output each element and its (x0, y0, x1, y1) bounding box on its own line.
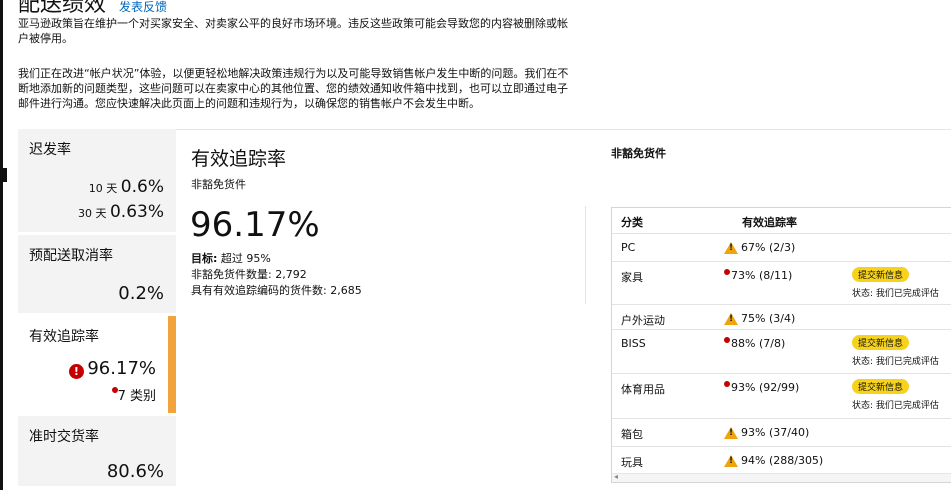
warning-icon (724, 455, 738, 467)
row-category: 体育用品 (621, 383, 665, 396)
stat-shipments: 非豁免货件数量: 2,792 (191, 266, 307, 282)
row-rate-text: 93% (37/40) (741, 426, 810, 439)
warning-icon (724, 242, 738, 254)
stat-target: 目标: 超过 95% (191, 250, 271, 266)
header-category: 分类 (621, 216, 643, 229)
row-rate-text: 73% (8/11) (731, 269, 793, 282)
row-rate: 67% (2/3) (724, 241, 795, 254)
metric-sub: 7 类别 (117, 389, 156, 404)
table-row: 体育用品 93% (92/99) 提交新信息 状态: 我们已完成评估 (612, 373, 951, 419)
metric-name: 有效追踪率 (29, 329, 99, 345)
metric-valid-tracking-rate[interactable]: 有效追踪率 ! 96.17% 7 类别 (18, 316, 176, 413)
row-rate: 93% (92/99) (724, 381, 799, 394)
error-dot-icon (724, 381, 730, 387)
table-header: 分类 有效追踪率 (612, 208, 951, 233)
table-row: PC 67% (2/3) (612, 233, 951, 262)
feedback-link[interactable]: 发表反馈 (119, 0, 167, 14)
panel-divider (176, 129, 951, 130)
row-rate-text: 94% (288/305) (741, 454, 824, 467)
submit-info-button[interactable]: 提交新信息 (852, 379, 910, 394)
row-category: 户外运动 (621, 314, 665, 327)
stat-value: 2,685 (330, 284, 362, 297)
row-category: 玩具 (621, 456, 643, 469)
stat-label: 具有有效追踪编码的货件数: (191, 284, 327, 297)
row-status: 状态: 我们已完成评估 (852, 401, 939, 411)
metric-late-shipment-rate[interactable]: 迟发率 10 天 0.6% 30 天 0.63% (18, 129, 176, 232)
stat-value: 超过 95% (220, 252, 271, 265)
detail-big-value: 96.17% (190, 205, 320, 245)
metric-name: 预配送取消率 (29, 248, 113, 264)
error-icon: ! (68, 363, 84, 379)
row-rate: 75% (3/4) (724, 312, 795, 325)
metric-name: 准时交货率 (29, 429, 99, 445)
stat-label: 非豁免货件数量: (191, 268, 272, 281)
row-rate-text: 67% (2/3) (741, 241, 796, 254)
table-row: 箱包 93% (37/40) (612, 418, 951, 447)
metric-pre-fulfillment-cancel-rate[interactable]: 预配送取消率 0.2% (18, 235, 176, 313)
category-table: 分类 有效追踪率 PC 67% (2/3) 家具 73% (8/11) 提交新信… (611, 207, 951, 483)
detail-subtitle: 非豁免货件 (191, 178, 246, 191)
metric-name: 迟发率 (29, 142, 71, 158)
warning-icon (724, 427, 738, 439)
warning-icon (724, 313, 738, 325)
selected-accent-bar (168, 316, 176, 413)
row-rate: 88% (7/8) (724, 337, 785, 350)
metric-value: 80.6% (106, 461, 164, 482)
metric-on-time-delivery-rate[interactable]: 准时交货率 80.6% (18, 416, 176, 486)
metric-value-row: ! 96.17% (68, 358, 156, 379)
intro-paragraph-2: 我们正在改进“帐户状况”体验，以便更轻松地解决政策违规行为以及可能导致销售帐户发… (18, 67, 569, 110)
table-row: 家具 73% (8/11) 提交新信息 状态: 我们已完成评估 (612, 261, 951, 305)
metrics-list: 迟发率 10 天 0.6% 30 天 0.63% 预配送取消率 0.2% 有效追… (18, 129, 176, 489)
vertical-divider (585, 206, 586, 304)
table-row: BISS 88% (7/8) 提交新信息 状态: 我们已完成评估 (612, 329, 951, 374)
row-category: BISS (621, 337, 646, 350)
row-status: 状态: 我们已完成评估 (852, 289, 939, 299)
error-dot-icon (724, 337, 730, 343)
submit-info-button[interactable]: 提交新信息 (852, 335, 910, 350)
metric-category-count[interactable]: 7 类别 (111, 385, 156, 404)
row-category: 家具 (621, 271, 643, 284)
right-heading: 非豁免货件 (611, 147, 666, 160)
metric-row-value: 0.63% (109, 202, 164, 222)
metric-value: 96.17% (87, 358, 156, 379)
table-row: 户外运动 75% (3/4) (612, 304, 951, 330)
row-rate: 94% (288/305) (724, 454, 823, 467)
horizontal-scrollbar[interactable]: ◂ (612, 472, 951, 482)
error-dot-icon (724, 269, 730, 275)
stat-value: 2,792 (275, 268, 307, 281)
window-edge (0, 0, 3, 490)
row-rate-text: 75% (3/4) (741, 312, 796, 325)
row-rate: 93% (37/40) (724, 426, 809, 439)
metric-row-10d: 10 天 0.6% (89, 177, 164, 197)
stat-tracked: 具有有效追踪编码的货件数: 2,685 (191, 282, 362, 298)
row-rate: 73% (8/11) (724, 269, 792, 282)
header-tracking-rate: 有效追踪率 (742, 216, 797, 229)
submit-info-button[interactable]: 提交新信息 (852, 267, 910, 282)
page-title-text: 配送绩效 (18, 0, 107, 17)
row-status: 状态: 我们已完成评估 (852, 357, 939, 367)
row-rate-text: 93% (92/99) (731, 381, 800, 394)
intro-paragraph-1: 亚马逊政策旨在维护一个对买家安全、对卖家公平的良好市场环境。违反这些政策可能会导… (18, 17, 568, 45)
metric-row-label: 10 天 (88, 182, 118, 195)
metric-row-30d: 30 天 0.63% (78, 202, 164, 222)
metric-row-value: 0.6% (120, 177, 164, 197)
stat-label: 目标: (191, 252, 218, 265)
row-category: PC (621, 241, 636, 254)
row-category: 箱包 (621, 428, 643, 441)
row-rate-text: 88% (7/8) (731, 337, 786, 350)
detail-title: 有效追踪率 (191, 148, 287, 170)
metric-row-label: 30 天 (77, 207, 107, 220)
metric-value: 0.2% (118, 283, 164, 304)
scroll-left-arrow-icon[interactable]: ◂ (614, 472, 618, 481)
window-edge-mark (3, 168, 7, 182)
